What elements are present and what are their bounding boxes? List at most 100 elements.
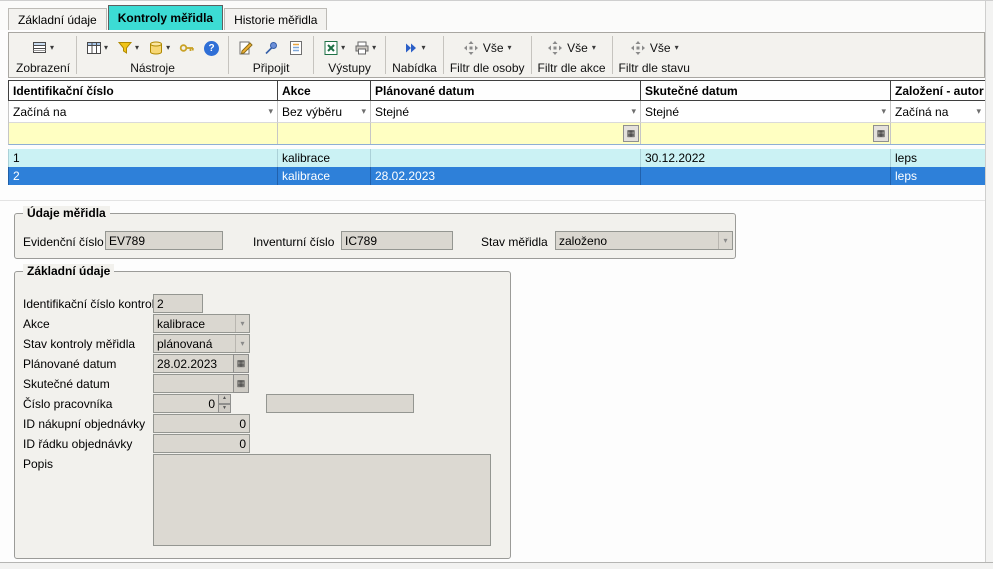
help-button[interactable]: ? [201,39,222,58]
toolbar-group-vystupy: ▾ ▾ Výstupy [315,34,384,76]
calendar-icon: ▦ [237,378,246,389]
grid-header-row: Identifikační číslo Akce Plánované datum… [8,80,985,101]
filter-condition-skutecne-datum[interactable]: Stejné▾ [641,101,891,123]
filtr-osoby-button[interactable]: Vše ▾ [460,38,515,58]
filter-condition-label: Začíná na [895,105,976,119]
toolbar-group-label: Připojit [253,61,290,75]
field-value: 0 [239,437,246,451]
toolbar-group-nastroje: ▾ ▾ ▾ ? Nástroje [78,34,227,76]
toolbar-group-label: Nabídka [392,61,437,75]
skutecne-datum-label: Skutečné datum [23,377,110,391]
filter-input-zalozeni-autor[interactable] [892,124,984,143]
column-header-planovane-datum[interactable]: Plánované datum [371,81,641,100]
help-glyph: ? [209,43,215,54]
filter-input-planovane-datum[interactable] [372,124,623,143]
filter-condition-label: Bez výběru [282,105,361,119]
chevron-down-icon: ▾ [135,44,139,52]
cell-skutecne-datum[interactable] [641,167,891,185]
table-row-selected[interactable]: 2 kalibrace 28.02.2023 leps [8,167,985,185]
inventurni-cislo-field: IC789 [341,231,453,250]
filter-condition-zalozeni-autor[interactable]: Začíná na▾ [891,101,986,123]
right-margin-strip [985,1,993,569]
stav-meridla-label: Stav měřidla [481,235,548,249]
filter-funnel-icon [117,40,133,56]
form-button[interactable] [285,38,307,58]
print-button[interactable]: ▾ [351,38,379,58]
spin-down-icon: ▼ [218,404,231,414]
filter-input-identifikacni-cislo[interactable] [10,124,276,143]
cell-planovane-datum[interactable]: 28.02.2023 [371,167,641,185]
excel-export-button[interactable]: ▾ [320,38,348,58]
toolbar-group-label: Nástroje [130,61,175,75]
toolbar: ▾ Zobrazení ▾ ▾ ▾ [8,32,985,78]
filter-value: Vše [481,41,506,55]
toolbar-separator [443,36,444,74]
chevron-down-icon: ▾ [881,106,888,117]
dropdown-value: kalibrace [154,317,235,331]
cislo-pracovnika-label: Číslo pracovníka [23,397,112,411]
group-udaje-meridla: Údaje měřidla Evidenční číslo EV789 Inve… [14,213,736,259]
field-value: IC789 [345,234,377,248]
cell-zalozeni-autor[interactable]: leps [891,167,986,185]
chevron-down-icon: ▾ [341,44,345,52]
calendar-button[interactable]: ▦ [623,125,639,142]
filter-input-cell: ▦ [371,123,641,144]
tab-label: Kontroly měřidla [118,11,213,25]
toolbar-separator [531,36,532,74]
cell-akce[interactable]: kalibrace [278,167,371,185]
column-header-skutecne-datum[interactable]: Skutečné datum [641,81,891,100]
toolbar-group-filtr-akce: Vše ▾ Filtr dle akce [533,34,611,76]
filter-input-skutecne-datum[interactable] [642,124,873,143]
attach-button[interactable] [260,38,282,58]
filter-condition-identifikacni-cislo[interactable]: Začíná na▾ [9,101,278,123]
edit-icon [238,40,254,56]
filtr-stavu-button[interactable]: Vše ▾ [627,38,682,58]
evidencni-cislo-label: Evidenční číslo [23,235,104,249]
column-header-zalozeni-autor[interactable]: Založení - autor [891,81,986,100]
toolbar-group-zobrazeni: ▾ Zobrazení [11,34,75,76]
popis-textarea [153,454,491,546]
tab-zakladni-udaje[interactable]: Základní údaje [8,8,107,30]
filter-button[interactable]: ▾ [114,38,142,58]
filter-condition-akce[interactable]: Bez výběru▾ [278,101,371,123]
toolbar-separator [228,36,229,74]
calendar-button[interactable]: ▦ [873,125,889,142]
edit-button[interactable] [235,38,257,58]
cell-akce[interactable]: kalibrace [278,149,371,167]
id-kontroly-label: Identifikační číslo kontroly [23,297,160,311]
stav-kontroly-label: Stav kontroly měřidla [23,337,135,351]
tab-kontroly-meridla[interactable]: Kontroly měřidla [108,5,223,30]
zobrazeni-button[interactable]: ▾ [29,38,57,58]
column-header-identifikacni-cislo[interactable]: Identifikační číslo [9,81,278,100]
filter-input-cell: ▦ [641,123,891,144]
pin-icon [263,40,279,56]
inventurni-cislo-label: Inventurní číslo [253,235,334,249]
chevron-down-icon: ▾ [235,335,249,352]
table-columns-icon [86,40,102,56]
filter-input-akce[interactable] [279,124,369,143]
chevron-down-icon: ▾ [361,106,368,117]
table-row[interactable]: 1 kalibrace 30.12.2022 leps [8,149,985,167]
cell-identifikacni-cislo[interactable]: 2 [9,167,278,185]
filter-input-cell [891,123,986,144]
columns-button[interactable]: ▾ [83,38,111,58]
key-button[interactable] [176,38,198,58]
evidencni-cislo-field: EV789 [105,231,223,250]
cell-planovane-datum[interactable] [371,149,641,167]
column-header-akce[interactable]: Akce [278,81,371,100]
toolbar-group-label: Výstupy [328,61,371,75]
cislo-pracovnika-field: 0 [153,394,219,413]
tab-historie-meridla[interactable]: Historie měřidla [224,8,327,30]
grid-filter-condition-row: Začíná na▾ Bez výběru▾ Stejné▾ Stejné▾ Z… [8,101,985,123]
menu-button[interactable]: ▾ [400,38,428,58]
cell-identifikacni-cislo[interactable]: 1 [9,149,278,167]
app-window: Základní údaje Kontroly měřidla Historie… [0,0,993,569]
toolbar-separator [385,36,386,74]
dropdown-value: založeno [556,234,718,248]
cell-skutecne-datum[interactable]: 30.12.2022 [641,149,891,167]
cell-zalozeni-autor[interactable]: leps [891,149,986,167]
data-button[interactable]: ▾ [145,38,173,58]
filter-condition-planovane-datum[interactable]: Stejné▾ [371,101,641,123]
filtr-akce-button[interactable]: Vše ▾ [544,38,599,58]
chevron-down-icon: ▾ [268,106,275,117]
